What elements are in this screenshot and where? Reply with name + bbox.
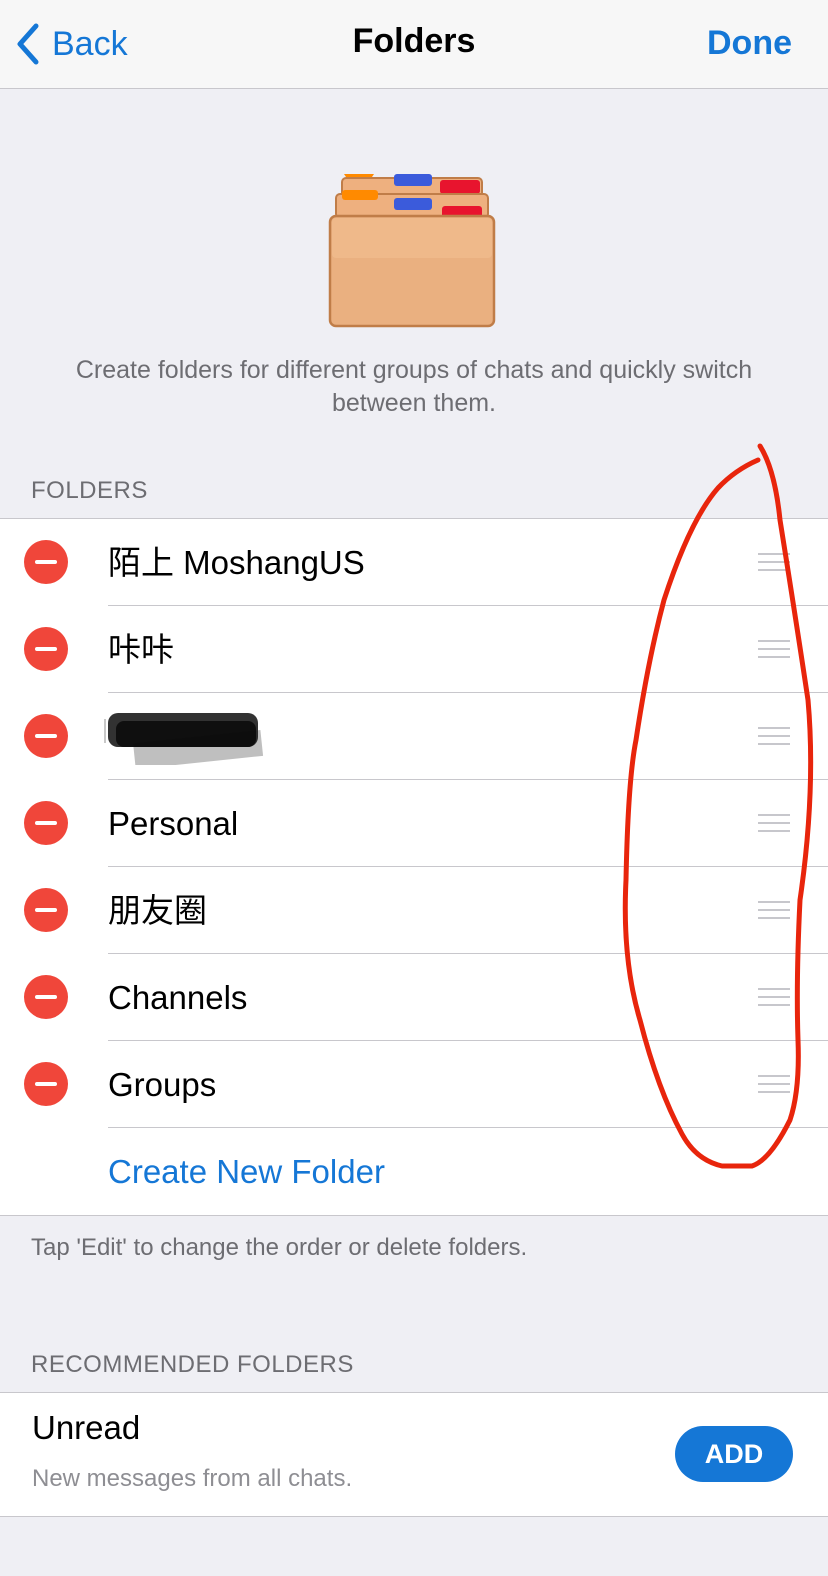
recommended-section-header: RECOMMENDED FOLDERS: [31, 1351, 354, 1378]
folder-name: Groups: [108, 1066, 217, 1103]
recommended-folder-title: Unread: [32, 1409, 141, 1446]
folder-row[interactable]: 咔咔: [0, 606, 828, 693]
reorder-handle-icon[interactable]: [758, 727, 790, 745]
delete-folder-button[interactable]: [24, 888, 68, 932]
folder-name: Personal: [108, 805, 239, 842]
delete-folder-button[interactable]: [24, 540, 68, 584]
navigation-bar: Back Folders Done: [0, 0, 828, 89]
done-button[interactable]: Done: [707, 24, 792, 63]
delete-folder-button[interactable]: [24, 627, 68, 671]
folders-description: Create folders for different groups of c…: [75, 356, 753, 417]
recommended-list: Unread New messages from all chats. ADD: [0, 1392, 828, 1517]
folders-section-header: FOLDERS: [31, 477, 148, 504]
create-new-folder-button[interactable]: Create New Folder: [108, 1128, 385, 1215]
delete-folder-button[interactable]: [24, 1062, 68, 1106]
folder-name: 朋友圈: [108, 892, 207, 929]
recommended-folder-subtitle: New messages from all chats.: [32, 1465, 353, 1492]
redaction-scribble: [104, 713, 264, 765]
reorder-handle-icon[interactable]: [758, 640, 790, 658]
folder-row[interactable]: Personal: [0, 780, 828, 867]
reorder-handle-icon[interactable]: [758, 988, 790, 1006]
folders-footer-note: Tap 'Edit' to change the order or delete…: [31, 1234, 528, 1261]
delete-folder-button[interactable]: [24, 975, 68, 1019]
reorder-handle-icon[interactable]: [758, 814, 790, 832]
add-recommended-folder-button[interactable]: ADD: [675, 1426, 793, 1482]
create-folder-row[interactable]: Create New Folder: [0, 1128, 828, 1215]
folder-row[interactable]: 朋友圈: [0, 867, 828, 954]
folders-icon: [328, 174, 496, 328]
folder-row[interactable]: 陌上 MoshangUS: [0, 519, 828, 606]
folder-name: 陌上 MoshangUS: [108, 544, 365, 581]
folders-list: 陌上 MoshangUS 咔咔 Personal 朋友圈 Channels Gr…: [0, 518, 828, 1216]
delete-folder-button[interactable]: [24, 714, 68, 758]
reorder-handle-icon[interactable]: [758, 553, 790, 571]
delete-folder-button[interactable]: [24, 801, 68, 845]
folder-row[interactable]: Groups: [0, 1041, 828, 1128]
folder-name: Channels: [108, 979, 248, 1016]
folder-row[interactable]: Channels: [0, 954, 828, 1041]
page-title: Folders: [352, 22, 476, 60]
folder-name: 咔咔: [108, 631, 174, 668]
reorder-handle-icon[interactable]: [758, 901, 790, 919]
folder-row[interactable]: [0, 693, 828, 780]
reorder-handle-icon[interactable]: [758, 1075, 790, 1093]
